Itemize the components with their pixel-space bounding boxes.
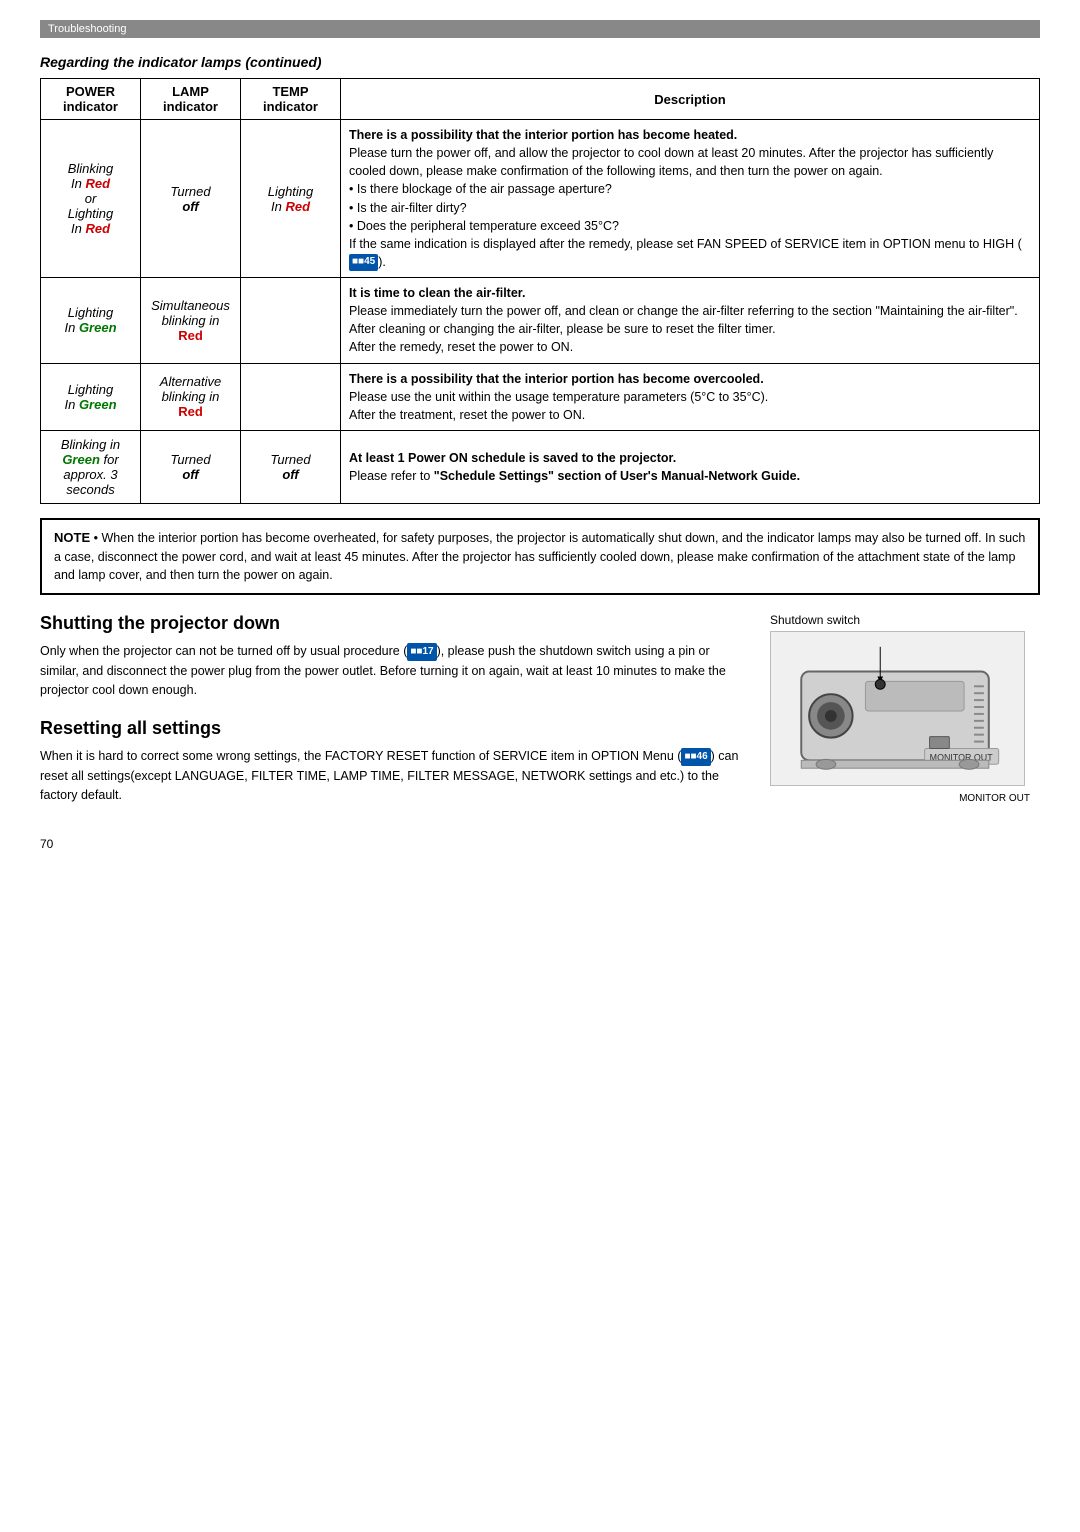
desc-cell-1: There is a possibility that the interior… (341, 120, 1040, 278)
projector-diagram-area: Shutdown switch (770, 613, 1040, 819)
note-text: • When the interior portion has become o… (54, 531, 1025, 583)
power-cell-4: Blinking in Green forapprox. 3seconds (41, 430, 141, 503)
projector-svg: MONITOR OUT (770, 631, 1025, 786)
resetting-body: When it is hard to correct some wrong se… (40, 747, 750, 805)
col-header-description: Description (341, 79, 1040, 120)
lamp-cell-3: Alternativeblinking in Red (141, 363, 241, 430)
temp-cell-2 (241, 278, 341, 364)
shutting-section: Shutting the projector down Only when th… (40, 613, 750, 700)
power-cell-2: LightingIn Green (41, 278, 141, 364)
temp-cell-1: LightingIn Red (241, 120, 341, 278)
shutdown-label: Shutdown switch (770, 613, 1040, 627)
note-box: NOTE • When the interior portion has bec… (40, 518, 1040, 595)
table-row: LightingIn Green Alternativeblinking in … (41, 363, 1040, 430)
section-title: Regarding the indicator lamps (continued… (40, 54, 1040, 70)
monitor-out-label: MONITOR OUT (770, 793, 1040, 804)
table-row: LightingIn Green Simultaneousblinking in… (41, 278, 1040, 364)
temp-cell-4: Turnedoff (241, 430, 341, 503)
note-label: NOTE (54, 530, 90, 545)
lamp-cell-4: Turnedoff (141, 430, 241, 503)
power-cell-3: LightingIn Green (41, 363, 141, 430)
breadcrumb: Troubleshooting (40, 20, 1040, 38)
lamp-cell-2: Simultaneousblinking in Red (141, 278, 241, 364)
desc-cell-4: At least 1 Power ON schedule is saved to… (341, 430, 1040, 503)
col-header-power: POWER indicator (41, 79, 141, 120)
resetting-section: Resetting all settings When it is hard t… (40, 718, 750, 805)
shutting-body: Only when the projector can not be turne… (40, 642, 750, 700)
page-number: 70 (40, 837, 1040, 851)
bottom-section: Shutting the projector down Only when th… (40, 613, 1040, 819)
shutting-heading: Shutting the projector down (40, 613, 750, 634)
desc-cell-2: It is time to clean the air-filter. Plea… (341, 278, 1040, 364)
desc-cell-3: There is a possibility that the interior… (341, 363, 1040, 430)
power-cell-1: BlinkingIn Red orLightingIn Red (41, 120, 141, 278)
temp-cell-3 (241, 363, 341, 430)
col-header-lamp: LAMP indicator (141, 79, 241, 120)
bottom-left: Shutting the projector down Only when th… (40, 613, 750, 819)
indicator-table: POWER indicator LAMP indicator TEMP indi… (40, 78, 1040, 504)
lamp-cell-1: Turnedoff (141, 120, 241, 278)
table-row: Blinking in Green forapprox. 3seconds Tu… (41, 430, 1040, 503)
col-header-temp: TEMP indicator (241, 79, 341, 120)
resetting-heading: Resetting all settings (40, 718, 750, 739)
table-row: BlinkingIn Red orLightingIn Red Turnedof… (41, 120, 1040, 278)
